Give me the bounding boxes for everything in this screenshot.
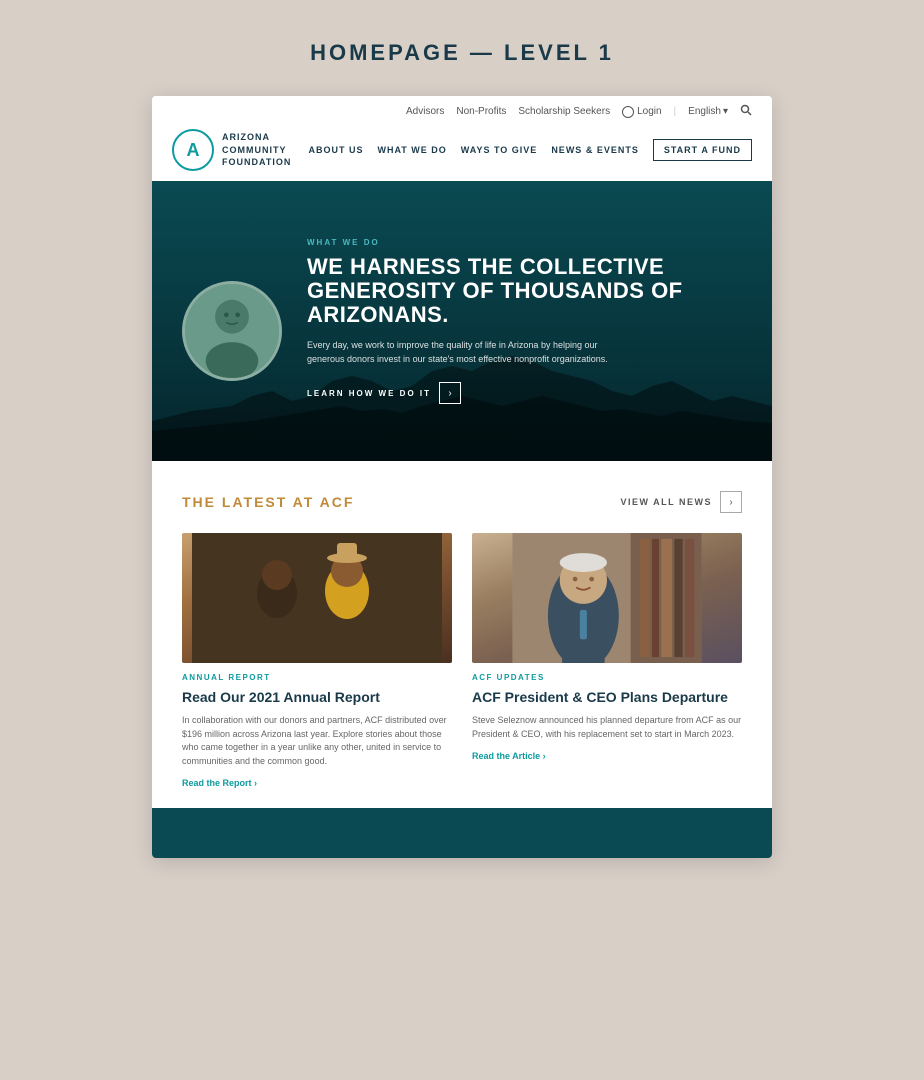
- nav-what-we-do[interactable]: What We Do: [377, 145, 446, 155]
- hero-person-placeholder: [185, 284, 279, 378]
- read-more-0[interactable]: Read the Report ›: [182, 778, 452, 788]
- user-icon: [622, 106, 634, 118]
- news-grid: Annual Report Read Our 2021 Annual Repor…: [182, 533, 742, 788]
- main-nav-row: A ARIZONA COMMUNITY FOUNDATION About Us …: [172, 123, 752, 181]
- footer-teal: [152, 808, 772, 858]
- news-title-0: Read Our 2021 Annual Report: [182, 688, 452, 706]
- page-title: HOMEPAGE — LEVEL 1: [310, 40, 614, 66]
- main-nav: About Us What We Do Ways to Give News & …: [308, 139, 752, 161]
- news-card-0: Annual Report Read Our 2021 Annual Repor…: [182, 533, 452, 788]
- read-more-1[interactable]: Read the Article ›: [472, 751, 742, 761]
- hero-cta-arrow-icon: ›: [439, 382, 461, 404]
- news-category-1: ACF Updates: [472, 673, 742, 682]
- browser-window: Advisors Non-Profits Scholarship Seekers…: [152, 96, 772, 858]
- view-all-arrow-icon: ›: [720, 491, 742, 513]
- news-card-image-0: [182, 533, 452, 663]
- logo-text: ARIZONA COMMUNITY FOUNDATION: [222, 131, 291, 169]
- advisors-link[interactable]: Advisors: [406, 106, 444, 117]
- view-all-label: VIEW ALL NEWS: [621, 497, 713, 507]
- annual-report-image: [182, 533, 452, 663]
- top-bar: Advisors Non-Profits Scholarship Seekers…: [172, 96, 752, 123]
- site-header: Advisors Non-Profits Scholarship Seekers…: [152, 96, 772, 181]
- latest-header: THE LATEST AT ACF VIEW ALL NEWS ›: [182, 491, 742, 513]
- news-desc-0: In collaboration with our donors and par…: [182, 714, 452, 768]
- news-card-1: ACF Updates ACF President & CEO Plans De…: [472, 533, 742, 788]
- latest-title: THE LATEST AT ACF: [182, 494, 354, 510]
- view-all-news-button[interactable]: VIEW ALL NEWS ›: [621, 491, 743, 513]
- login-button[interactable]: Login: [622, 106, 661, 118]
- hero-label: What We Do: [307, 238, 752, 247]
- hero-person-image: [182, 281, 282, 381]
- news-card-image-1: [472, 533, 742, 663]
- nav-about-us[interactable]: About Us: [308, 145, 363, 155]
- ceo-image: [472, 533, 742, 663]
- hero-section: What We Do WE HARNESS THE COLLECTIVE GEN…: [152, 181, 772, 461]
- hero-content: What We Do WE HARNESS THE COLLECTIVE GEN…: [307, 238, 772, 405]
- language-selector[interactable]: English ▾: [688, 106, 728, 117]
- divider: |: [674, 106, 677, 117]
- chevron-down-icon: ▾: [723, 106, 728, 117]
- news-title-1: ACF President & CEO Plans Departure: [472, 688, 742, 706]
- hero-description: Every day, we work to improve the qualit…: [307, 339, 627, 366]
- nav-news-events[interactable]: News & Events: [551, 145, 639, 155]
- page-title-area: HOMEPAGE — LEVEL 1: [310, 40, 614, 66]
- news-desc-1: Steve Seleznow announced his planned dep…: [472, 714, 742, 741]
- logo-area: A ARIZONA COMMUNITY FOUNDATION: [172, 129, 291, 171]
- logo-icon: A: [172, 129, 214, 171]
- hero-cta-label: LEARN HOW WE DO IT: [307, 389, 431, 398]
- hero-title: WE HARNESS THE COLLECTIVE GENEROSITY OF …: [307, 255, 752, 328]
- nav-ways-to-give[interactable]: Ways to Give: [461, 145, 538, 155]
- start-fund-button[interactable]: Start a Fund: [653, 139, 752, 161]
- nonprofits-link[interactable]: Non-Profits: [456, 106, 506, 117]
- scholarship-link[interactable]: Scholarship Seekers: [518, 106, 610, 117]
- search-icon[interactable]: [740, 104, 752, 119]
- latest-section: THE LATEST AT ACF VIEW ALL NEWS ›: [152, 461, 772, 808]
- news-category-0: Annual Report: [182, 673, 452, 682]
- hero-cta-button[interactable]: LEARN HOW WE DO IT ›: [307, 382, 752, 404]
